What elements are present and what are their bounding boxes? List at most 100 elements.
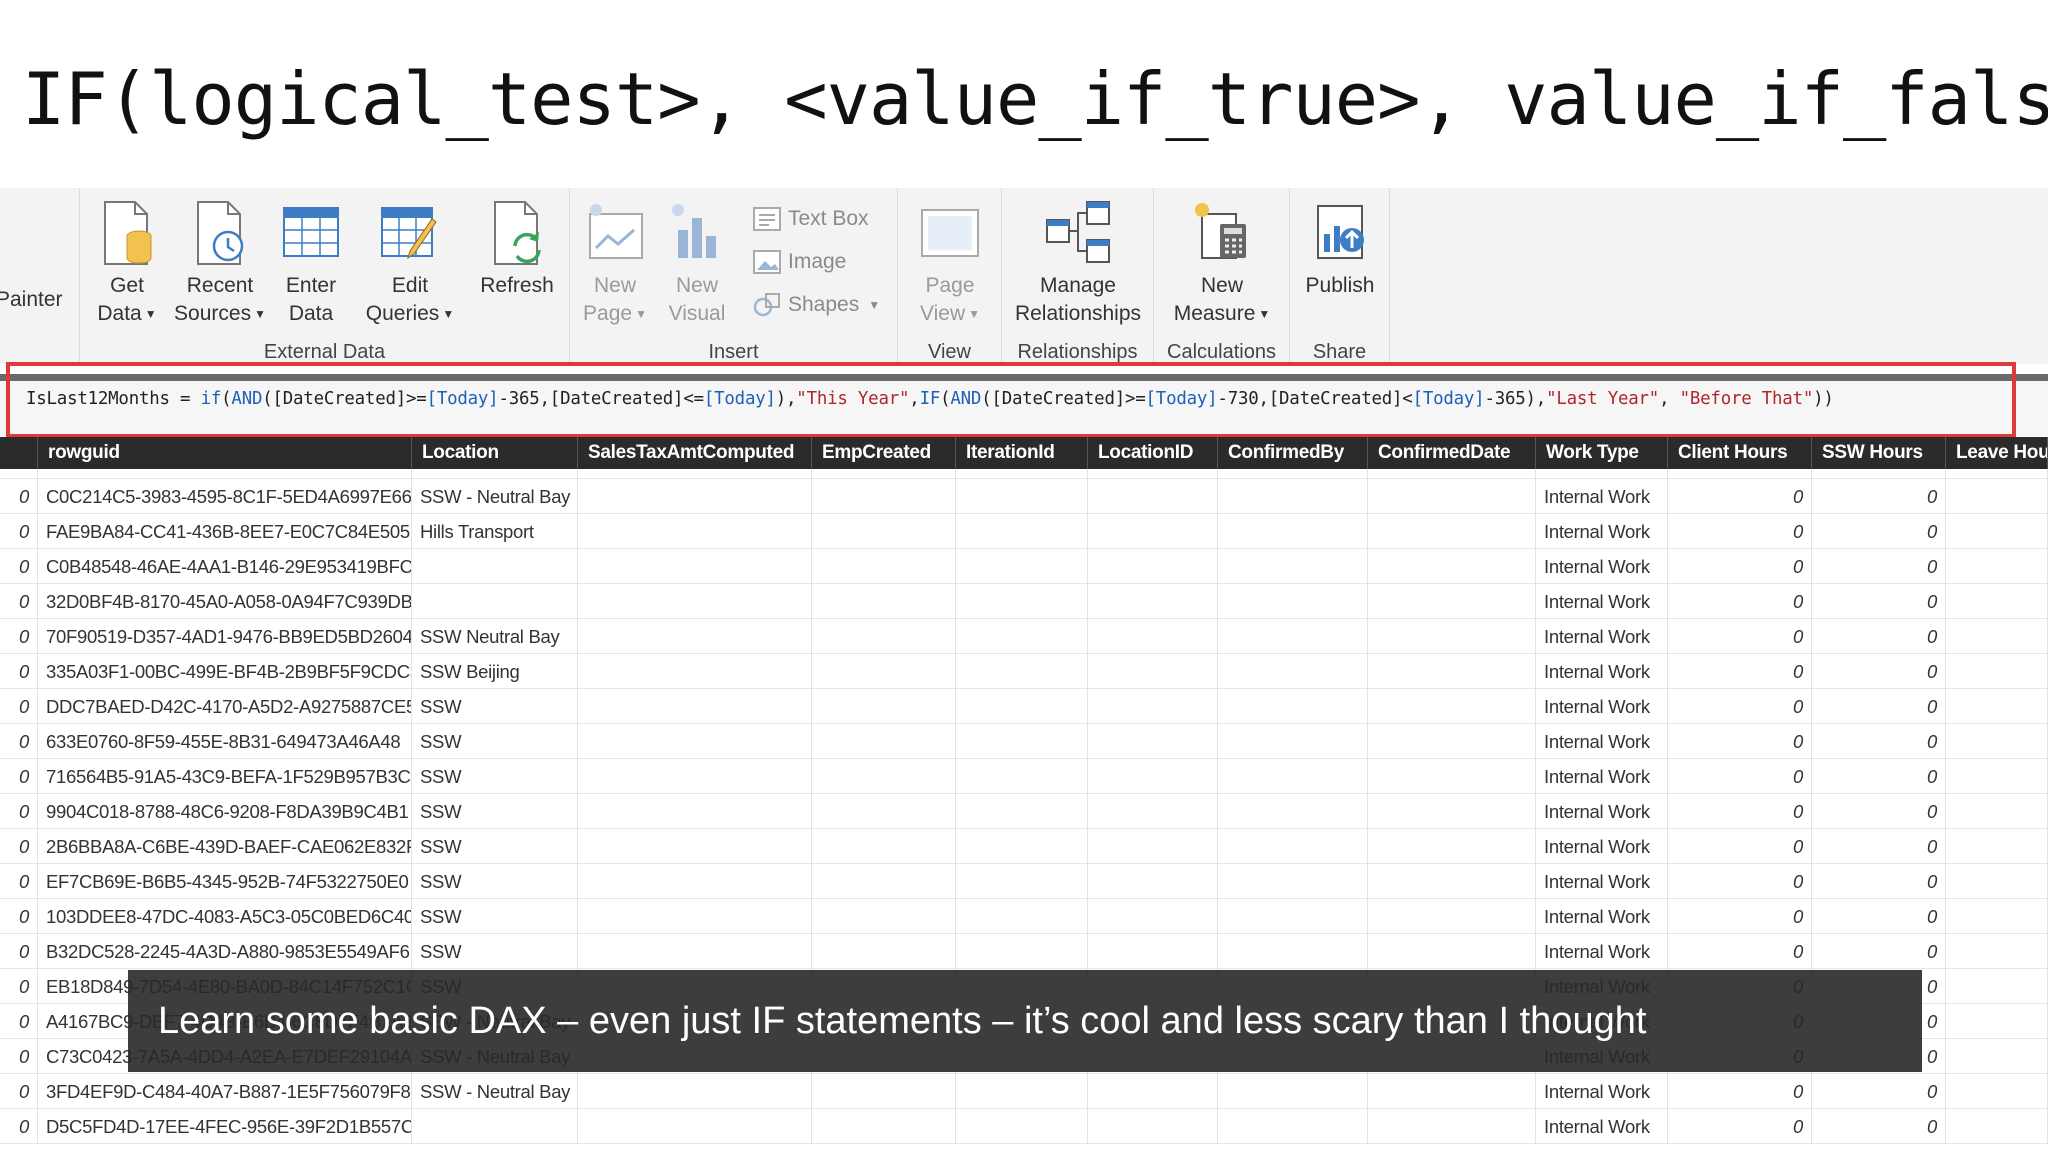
cell-ssw-hours: 0 xyxy=(1812,654,1946,689)
image-button[interactable]: Image xyxy=(752,245,846,279)
get-data-button[interactable]: Get Data ▼ xyxy=(90,200,164,328)
column-header-index[interactable] xyxy=(0,437,38,469)
table-row[interactable]: 0 EF7CB69E-B6B5-4345-952B-74F5322750E0 SSW… xyxy=(0,864,2048,899)
ribbon-group-view: Page View ▼ View xyxy=(898,188,1002,364)
cell-confirmeddate xyxy=(1368,1109,1536,1144)
cell-ssw-hours: 0 xyxy=(1812,829,1946,864)
enter-data-button[interactable]: Enter Data xyxy=(276,200,346,328)
table-row[interactable]: 0 2B6BBA8A-C6BE-439D-BAEF-CAE062E832FF SSW… xyxy=(0,829,2048,864)
dax-column-ref: -730,[DateCreated]< xyxy=(1217,389,1413,409)
cell-client-hours: 0 xyxy=(1668,689,1812,724)
recent-sources-button[interactable]: Recent Sources ▼ xyxy=(174,200,266,328)
new-measure-button[interactable]: New Measure ▼ xyxy=(1162,200,1282,328)
column-header-salestaxamtcomputed[interactable]: SalesTaxAmtComputed xyxy=(578,437,812,469)
table-row[interactable]: 0 C0B48548-46AE-4AA1-B146-29E953419BFC Int… xyxy=(0,549,2048,584)
cell-empcreated xyxy=(812,689,956,724)
text-box-button[interactable]: Text Box xyxy=(752,202,869,236)
table-row[interactable]: 0 9904C018-8788-48C6-9208-F8DA39B9C4B1 SSW… xyxy=(0,794,2048,829)
refresh-button[interactable]: Refresh xyxy=(472,200,562,300)
new-visual-button[interactable]: New Visual xyxy=(660,200,734,328)
cell-iterationid xyxy=(956,514,1088,549)
dax-formula[interactable]: IsLast12Months = if(AND([DateCreated]>=[… xyxy=(26,389,1834,409)
table-row[interactable]: 0 103DDEE8-47DC-4083-A5C3-05C0BED6C404 SSW… xyxy=(0,899,2048,934)
cell-leave-hours xyxy=(1946,514,2048,549)
cell-empcreated xyxy=(812,724,956,759)
dax-punct: , xyxy=(1659,389,1680,409)
cell-salestax xyxy=(578,759,812,794)
chevron-down-icon: ▼ xyxy=(635,307,647,322)
cell-empcreated xyxy=(812,549,956,584)
table-row[interactable]: 0 FAE9BA84-CC41-436B-8EE7-E0C7C84E505F Hil… xyxy=(0,514,2048,549)
cell-confirmedby xyxy=(1218,514,1368,549)
column-header-locationid[interactable]: LocationID xyxy=(1088,437,1218,469)
cell-client-hours: 0 xyxy=(1668,864,1812,899)
column-header-empcreated[interactable]: EmpCreated xyxy=(812,437,956,469)
column-header-location[interactable]: Location xyxy=(412,437,578,469)
cell-confirmeddate xyxy=(1368,759,1536,794)
table-row[interactable]: 0 32D0BF4B-8170-45A0-A058-0A94F7C939DB Int… xyxy=(0,584,2048,619)
cell-confirmedby xyxy=(1218,469,1368,479)
shapes-button[interactable]: Shapes ▼ xyxy=(752,288,880,322)
cell-work-type: Internal Work xyxy=(1536,549,1668,584)
table-row[interactable]: 0 D5C5FD4D-17EE-4FEC-956E-39F2D1B557CB Int… xyxy=(0,1109,2048,1144)
page-view-button[interactable]: Page View ▼ xyxy=(910,200,990,328)
table-row[interactable]: 0 335A03F1-00BC-499E-BF4B-2B9BF5F9CDC3 SSW… xyxy=(0,654,2048,689)
recent-sources-icon xyxy=(197,201,244,265)
cell-confirmeddate xyxy=(1368,794,1536,829)
table-row[interactable]: 0 633E0760-8F59-455E-8B31-649473A46A48 SSW… xyxy=(0,724,2048,759)
table-row[interactable]: 0 716564B5-91A5-43C9-BEFA-1F529B957B3C SSW… xyxy=(0,759,2048,794)
cell-client-hours: 0 xyxy=(1668,759,1812,794)
cell-salestax xyxy=(578,829,812,864)
dax-punct: ( xyxy=(221,389,232,409)
format-painter-button[interactable]: Painter xyxy=(0,288,63,312)
column-header-confirmeddate[interactable]: ConfirmedDate xyxy=(1368,437,1536,469)
table-row[interactable]: 0 C0C214C5-3983-4595-8C1F-5ED4A6997E66 SSW… xyxy=(0,479,2048,514)
cell-confirmeddate xyxy=(1368,724,1536,759)
new-page-button[interactable]: New Page ▼ xyxy=(578,200,652,328)
cell-salestax xyxy=(578,724,812,759)
edit-queries-button[interactable]: Edit Queries ▼ xyxy=(360,200,460,328)
column-header-leave-hours[interactable]: Leave Hours xyxy=(1946,437,2048,469)
cell-locationid xyxy=(1088,899,1218,934)
chevron-down-icon: ▼ xyxy=(868,298,881,312)
dax-string: "This Year" xyxy=(796,389,910,409)
cell-client-hours: 0 xyxy=(1668,584,1812,619)
column-header-confirmedby[interactable]: ConfirmedBy xyxy=(1218,437,1368,469)
ribbon-group-calculations: New Measure ▼ Calculations xyxy=(1154,188,1290,364)
table-icon xyxy=(283,207,339,257)
table-row[interactable]: 0 70F90519-D357-4AD1-9476-BB9ED5BD2604 SSW… xyxy=(0,619,2048,654)
cell-locationid xyxy=(1088,654,1218,689)
column-header-iterationid[interactable]: IterationId xyxy=(956,437,1088,469)
column-header-rowguid[interactable]: rowguid xyxy=(38,437,412,469)
cell-iterationid xyxy=(956,549,1088,584)
chevron-down-icon: ▼ xyxy=(1258,307,1271,322)
cell-ssw-hours: 0 xyxy=(1812,514,1946,549)
new-page-label-1: New xyxy=(593,274,636,297)
cell-location xyxy=(412,469,578,479)
table-row[interactable]: 0 DDC7BAED-D42C-4170-A5D2-A9275887CE52 SSW… xyxy=(0,689,2048,724)
formula-bar[interactable]: IsLast12Months = if(AND([DateCreated]>=[… xyxy=(0,374,2048,436)
table-row[interactable]: 0 3FD4EF9D-C484-40A7-B887-1E5F756079F8 SSW… xyxy=(0,1074,2048,1109)
cell-rowguid: DDC7BAED-D42C-4170-A5D2-A9275887CE52 xyxy=(38,689,412,724)
manage-relationships-button[interactable]: Manage Relationships xyxy=(1008,200,1148,328)
cell-client-hours: 0 xyxy=(1668,654,1812,689)
column-header-client-hours[interactable]: Client Hours xyxy=(1668,437,1812,469)
cell-empcreated xyxy=(812,934,956,969)
cell-salestax xyxy=(578,1074,812,1109)
cell-confirmedby xyxy=(1218,759,1368,794)
cell-work-type: Internal Work xyxy=(1536,689,1668,724)
cell-index: 0 xyxy=(0,1109,38,1144)
cell-salestax xyxy=(578,689,812,724)
cell-salestax xyxy=(578,899,812,934)
publish-button[interactable]: Publish xyxy=(1296,200,1384,300)
cell-locationid xyxy=(1088,619,1218,654)
new-page-label-2: Page xyxy=(583,302,633,325)
cell-work-type: Internal Work xyxy=(1536,584,1668,619)
column-header-ssw-hours[interactable]: SSW Hours xyxy=(1812,437,1946,469)
measure-name: IsLast12Months = xyxy=(26,389,201,409)
cell-work-type: Internal Work xyxy=(1536,864,1668,899)
column-header-work-type[interactable]: Work Type xyxy=(1536,437,1668,469)
table-row[interactable]: 0 B32DC528-2245-4A3D-A880-9853E5549AF6 SSW… xyxy=(0,934,2048,969)
dax-punct: ( xyxy=(940,389,951,409)
group-label-insert: Insert xyxy=(708,341,759,363)
